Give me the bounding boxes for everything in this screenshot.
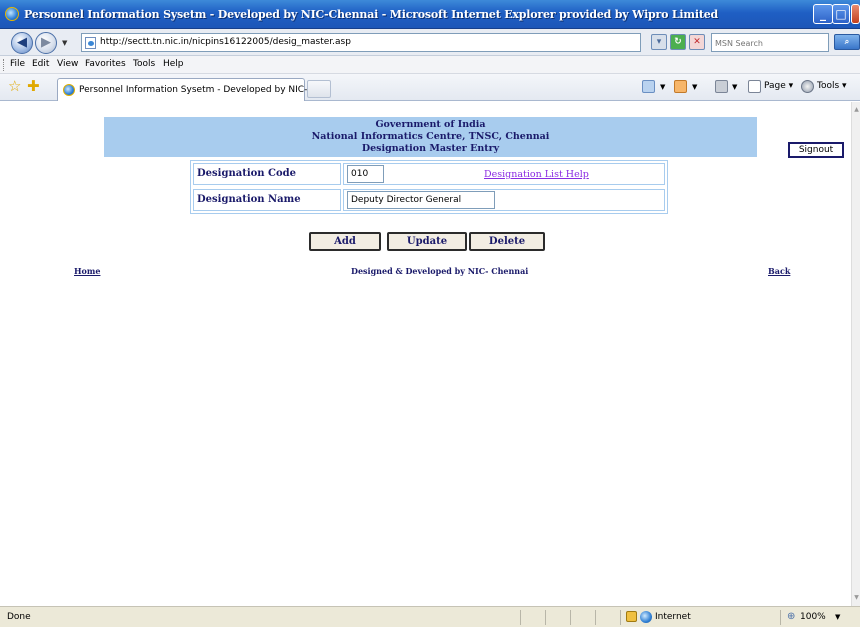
designation-code-field[interactable] xyxy=(347,165,384,183)
header-line-1: Government of India xyxy=(375,119,486,130)
address-url[interactable]: http://sectt.tn.nic.in/nicpins16122005/d… xyxy=(100,37,351,47)
zoom-icon[interactable]: ⊕ xyxy=(787,611,795,622)
status-divider xyxy=(780,610,781,625)
add-favorite-icon[interactable]: ✚ xyxy=(27,79,40,94)
new-tab-button[interactable] xyxy=(307,80,331,98)
tab-label: Personnel Information Sysetm - Developed… xyxy=(79,85,328,95)
credit-text: Designed & Developed by NIC- Chennai xyxy=(351,266,529,276)
menu-file[interactable]: File xyxy=(10,59,25,69)
status-divider xyxy=(545,610,546,625)
address-dropdown-icon[interactable]: ▾ xyxy=(651,34,667,50)
window-title: Personnel Information Sysetm - Developed… xyxy=(24,8,718,21)
maximize-button[interactable]: □ xyxy=(832,4,850,24)
internet-zone-icon xyxy=(640,611,652,623)
tab-active[interactable]: Personnel Information Sysetm - Developed… xyxy=(57,78,328,101)
page-menu-label: Page xyxy=(764,81,786,91)
page-icon xyxy=(85,37,96,49)
home-link[interactable]: Home xyxy=(74,266,100,276)
security-lock-icon xyxy=(626,611,637,622)
search-field[interactable] xyxy=(711,33,829,52)
menu-bar: File Edit View Favorites Tools Help xyxy=(0,56,860,74)
designation-name-field[interactable] xyxy=(347,191,495,209)
favorites-star-icon[interactable]: ☆ xyxy=(8,79,21,94)
address-field[interactable]: http://sectt.tn.nic.in/nicpins16122005/d… xyxy=(81,33,641,52)
delete-button[interactable]: Delete xyxy=(469,232,545,251)
designation-name-cell xyxy=(343,189,665,211)
home-dropdown-icon[interactable]: ▼ xyxy=(660,83,665,91)
menu-tools[interactable]: Tools xyxy=(133,59,155,69)
back-nav-button[interactable]: ◀ xyxy=(11,32,33,54)
menu-edit[interactable]: Edit xyxy=(32,59,49,69)
page-menu[interactable]: Page ▾ xyxy=(764,81,793,91)
print-dropdown-icon[interactable]: ▼ xyxy=(732,83,737,91)
designation-code-cell: Designation List Help xyxy=(343,163,665,185)
feeds-icon[interactable] xyxy=(674,80,687,93)
tab-favicon-icon xyxy=(63,84,75,96)
designation-name-label: Designation Name xyxy=(193,189,341,211)
page-content: Government of India National Informatics… xyxy=(0,102,860,606)
designation-code-label: Designation Code xyxy=(193,163,341,185)
minimize-button[interactable]: _ xyxy=(813,4,833,24)
stop-icon[interactable]: ✕ xyxy=(689,34,705,50)
forward-nav-button[interactable]: ▶ xyxy=(35,32,57,54)
add-button[interactable]: Add xyxy=(309,232,381,251)
zone-text: Internet xyxy=(655,612,691,622)
history-dropdown-icon[interactable]: ▼ xyxy=(62,39,67,47)
page-header: Government of India National Informatics… xyxy=(104,117,757,157)
designation-form: Designation Code Designation List Help D… xyxy=(190,160,668,214)
status-divider xyxy=(520,610,521,625)
address-bar-row: ◀ ▶ ▼ http://sectt.tn.nic.in/nicpins1612… xyxy=(0,29,860,56)
toolbar-grip xyxy=(3,59,5,71)
status-divider xyxy=(620,610,621,625)
close-button[interactable] xyxy=(851,4,860,24)
feeds-dropdown-icon[interactable]: ▼ xyxy=(692,83,697,91)
zoom-dropdown-icon[interactable]: ▼ xyxy=(835,613,840,621)
scroll-down-icon[interactable]: ▼ xyxy=(853,594,860,601)
tab-bar: ☆ ✚ Personnel Information Sysetm - Devel… xyxy=(0,74,860,101)
vertical-scrollbar[interactable]: ▲ ▼ xyxy=(851,102,860,606)
menu-help[interactable]: Help xyxy=(163,59,184,69)
menu-favorites[interactable]: Favorites xyxy=(85,59,126,69)
update-button[interactable]: Update xyxy=(387,232,467,251)
designation-list-help-link[interactable]: Designation List Help xyxy=(484,169,589,180)
refresh-icon[interactable]: ↻ xyxy=(670,34,686,50)
home-icon[interactable] xyxy=(642,80,655,93)
status-divider xyxy=(570,610,571,625)
status-text: Done xyxy=(7,612,31,622)
status-bar: Done Internet ⊕ 100% ▼ xyxy=(0,606,860,627)
page-icon[interactable] xyxy=(748,80,761,93)
form-row-name: Designation Name xyxy=(191,187,667,213)
scroll-up-icon[interactable]: ▲ xyxy=(853,106,860,113)
tools-menu-label: Tools xyxy=(817,81,840,91)
print-icon[interactable] xyxy=(715,80,728,93)
tools-gear-icon[interactable] xyxy=(801,80,814,93)
header-line-3: Designation Master Entry xyxy=(361,143,500,154)
form-row-code: Designation Code Designation List Help xyxy=(191,161,667,187)
ie-logo-icon xyxy=(5,7,19,21)
search-go-button[interactable]: ⌕ xyxy=(834,34,860,50)
back-link[interactable]: Back xyxy=(768,266,790,276)
status-divider xyxy=(595,610,596,625)
zoom-level[interactable]: 100% xyxy=(800,612,826,622)
menu-view[interactable]: View xyxy=(57,59,78,69)
title-bar: Personnel Information Sysetm - Developed… xyxy=(0,0,860,29)
tools-menu[interactable]: Tools ▾ xyxy=(817,81,847,91)
header-line-2: National Informatics Centre, TNSC, Chenn… xyxy=(311,131,550,142)
search-input[interactable] xyxy=(715,35,825,51)
signout-button[interactable]: Signout xyxy=(788,142,844,158)
